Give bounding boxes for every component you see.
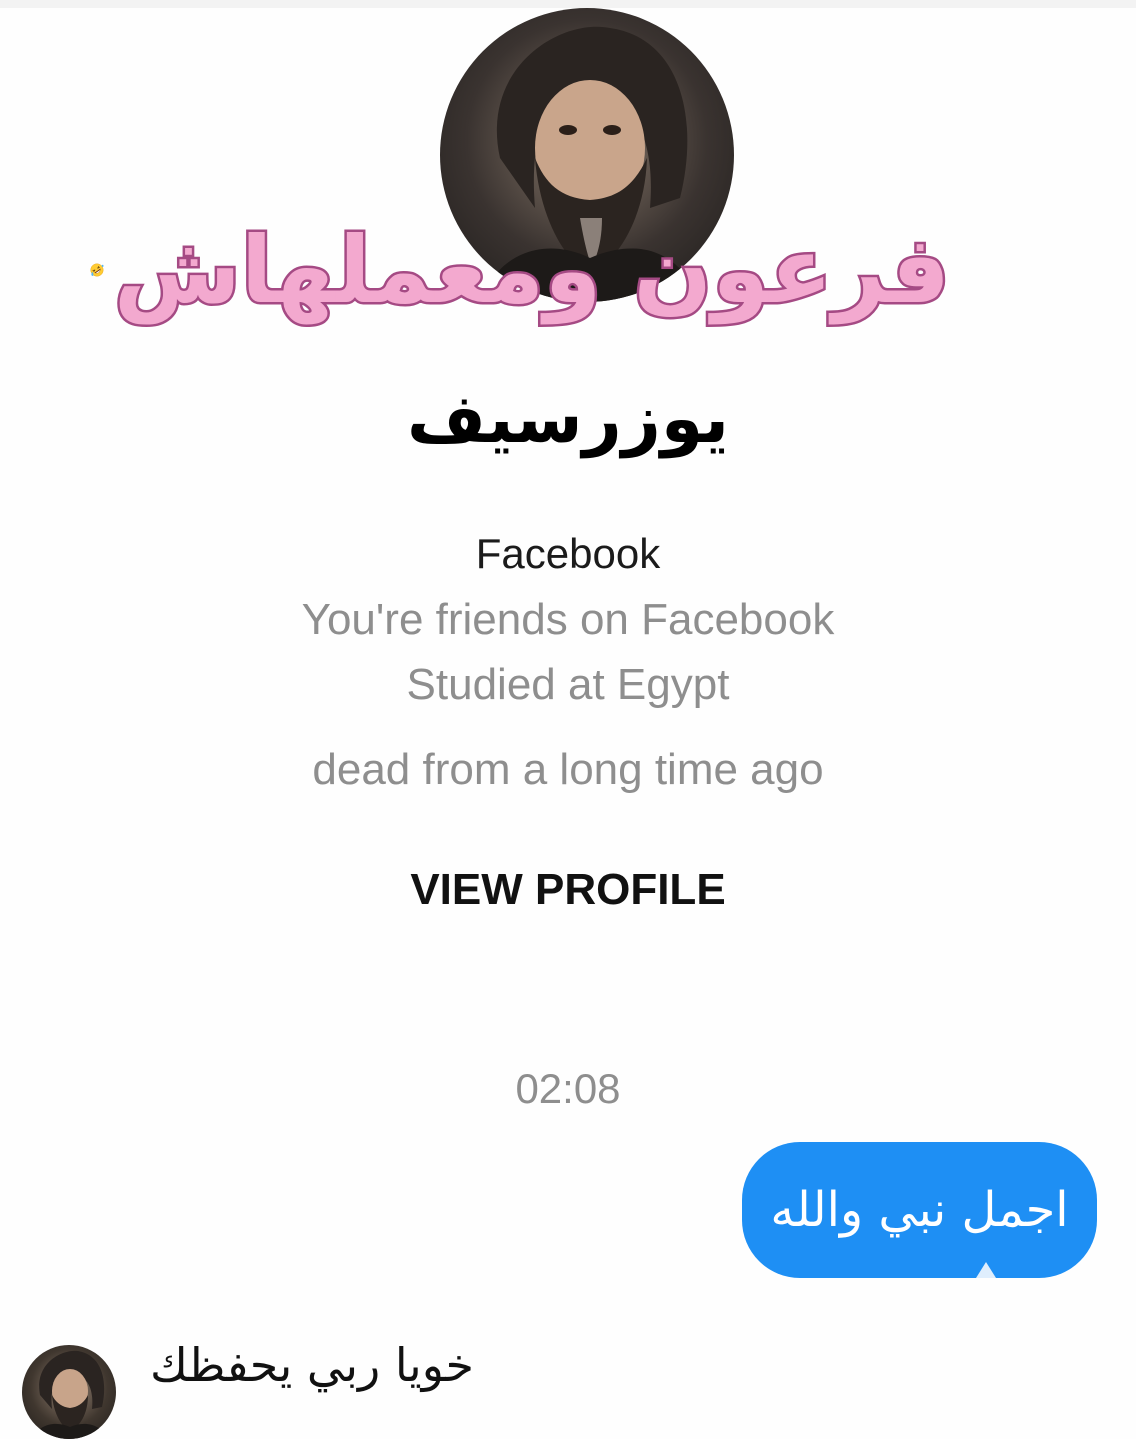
sent-message-text: اجمل نبي والله [770,1182,1069,1238]
education-info: Studied at Egypt [406,660,730,709]
extra-info: dead from a long time ago [312,745,824,794]
bubble-tail [976,1262,996,1278]
profile-name: يوزرسيف [406,380,730,459]
friendship-status: You're friends on Facebook [301,595,835,644]
view-profile-button[interactable]: VIEW PROFILE [0,865,1136,915]
received-message-text: خويا ربي يحفظك [150,1338,474,1392]
sent-message-bubble[interactable]: اجمل نبي والله [742,1142,1097,1278]
top-strip [0,0,1136,8]
sender-avatar[interactable] [22,1345,116,1439]
person-photo-icon [32,1350,108,1439]
platform-label: Facebook [475,530,661,577]
rolling-on-floor-laughing-emoji-icon [90,263,104,277]
overlay-caption: فرعون ومعملهاش [90,200,953,340]
message-timestamp: 02:08 [515,1065,621,1112]
overlay-caption-text: فرعون ومعملهاش [111,214,952,326]
